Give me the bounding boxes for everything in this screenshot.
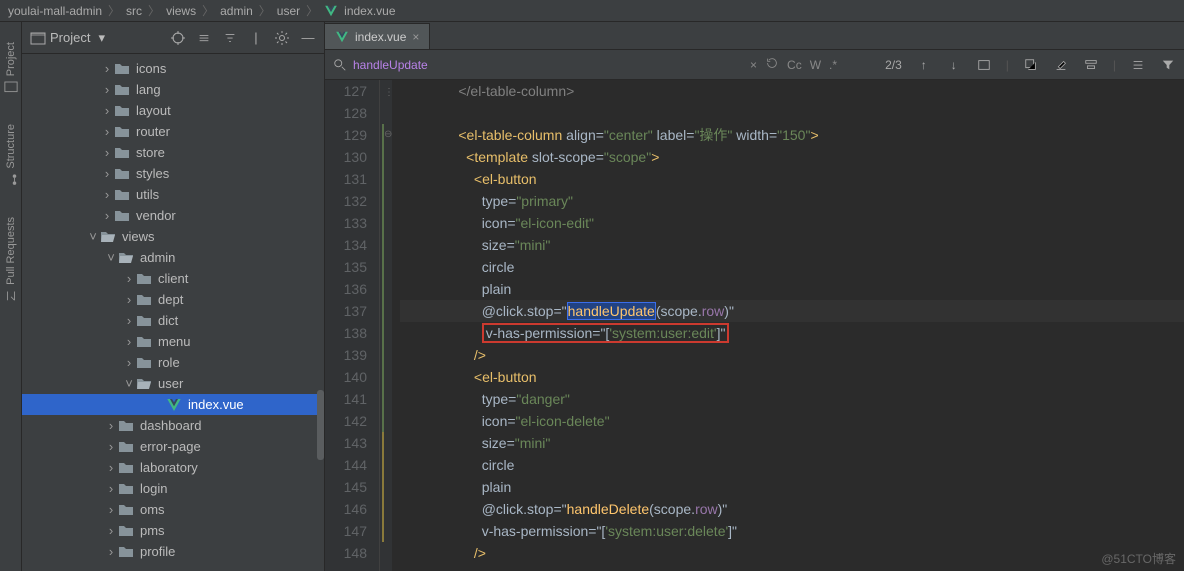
tree-item-styles[interactable]: ›styles bbox=[22, 163, 324, 184]
folder-icon bbox=[136, 334, 152, 350]
watermark: @51CTO博客 bbox=[1101, 550, 1176, 567]
find-bar: handleUpdate × Cc W .* 2/3 ↑ ↓ | | bbox=[325, 50, 1184, 80]
folder-icon bbox=[136, 313, 152, 329]
folder-open-icon bbox=[100, 229, 116, 245]
crumb-0[interactable]: youlai-mall-admin bbox=[8, 4, 102, 18]
folder-open-icon bbox=[136, 376, 152, 392]
match-counter: 2/3 bbox=[885, 58, 902, 72]
folder-icon bbox=[136, 355, 152, 371]
collapse-all-icon[interactable] bbox=[222, 30, 238, 46]
match-case-button[interactable]: Cc bbox=[787, 58, 802, 72]
tab-index-vue[interactable]: index.vue × bbox=[325, 23, 430, 49]
tree-item-icons[interactable]: ›icons bbox=[22, 58, 324, 79]
tree-item-error-page[interactable]: ›error-page bbox=[22, 436, 324, 457]
toolbar-project[interactable]: Project bbox=[4, 42, 18, 94]
filter-options-icon[interactable] bbox=[1083, 57, 1099, 73]
search-history-icon[interactable] bbox=[765, 56, 779, 73]
folder-icon bbox=[136, 271, 152, 287]
folder-icon bbox=[118, 502, 134, 518]
scrollbar-thumb[interactable] bbox=[317, 390, 324, 460]
tree-item-dashboard[interactable]: ›dashboard bbox=[22, 415, 324, 436]
tree-item-oms[interactable]: ›oms bbox=[22, 499, 324, 520]
regex-button[interactable]: .* bbox=[829, 58, 837, 72]
locate-icon[interactable] bbox=[170, 30, 186, 46]
crumb-3[interactable]: admin bbox=[220, 4, 253, 18]
tree-item-dept[interactable]: ›dept bbox=[22, 289, 324, 310]
tree-item-pms[interactable]: ›pms bbox=[22, 520, 324, 541]
toolbar-structure[interactable]: Structure bbox=[4, 124, 18, 187]
next-match-icon[interactable]: ↓ bbox=[946, 57, 962, 73]
expand-all-icon[interactable] bbox=[196, 30, 212, 46]
toolbar-pull-requests[interactable]: Pull Requests bbox=[4, 217, 18, 303]
tree-item-admin[interactable]: ˅admin bbox=[22, 247, 324, 268]
divider: | bbox=[248, 30, 264, 46]
tree-item-index-vue[interactable]: index.vue bbox=[22, 394, 324, 415]
tree-item-layout[interactable]: ›layout bbox=[22, 100, 324, 121]
folder-icon bbox=[136, 292, 152, 308]
search-icon bbox=[333, 58, 347, 72]
words-button[interactable]: W bbox=[810, 58, 821, 72]
hide-icon[interactable]: — bbox=[300, 30, 316, 46]
tree-item-store[interactable]: ›store bbox=[22, 142, 324, 163]
new-window-icon[interactable] bbox=[1023, 57, 1039, 73]
project-dropdown[interactable]: Project▾ bbox=[30, 30, 105, 46]
close-tab-icon[interactable]: × bbox=[412, 30, 419, 44]
folder-icon bbox=[114, 61, 130, 77]
tree-item-views[interactable]: ˅views bbox=[22, 226, 324, 247]
highlight-icon[interactable] bbox=[1053, 57, 1069, 73]
line-gutter: 1271281291301311321331341351361371381391… bbox=[325, 80, 380, 571]
folder-icon bbox=[118, 439, 134, 455]
code-editor[interactable]: 1271281291301311321331341351361371381391… bbox=[325, 80, 1184, 571]
folder-icon bbox=[118, 523, 134, 539]
project-tree[interactable]: ›icons›lang›layout›router›store›styles›u… bbox=[22, 54, 324, 571]
breadcrumb: youlai-mall-admin〉 src〉 views〉 admin〉 us… bbox=[0, 0, 1184, 22]
editor-pane: index.vue × handleUpdate × Cc W .* 2/3 ↑… bbox=[325, 22, 1184, 571]
folder-icon bbox=[114, 145, 130, 161]
folder-open-icon bbox=[118, 250, 134, 266]
highlighted-permission: v-has-permission="['system:user:edit']" bbox=[482, 323, 730, 343]
crumb-2[interactable]: views bbox=[166, 4, 196, 18]
tree-item-lang[interactable]: ›lang bbox=[22, 79, 324, 100]
settings-icon[interactable] bbox=[274, 30, 290, 46]
vue-icon bbox=[166, 397, 182, 413]
tree-item-menu[interactable]: ›menu bbox=[22, 331, 324, 352]
folder-icon bbox=[118, 460, 134, 476]
select-all-icon[interactable] bbox=[976, 57, 992, 73]
tree-item-login[interactable]: ›login bbox=[22, 478, 324, 499]
code-body[interactable]: </el-table-column> <el-table-column alig… bbox=[392, 80, 1184, 571]
prev-match-icon[interactable]: ↑ bbox=[916, 57, 932, 73]
tree-item-profile[interactable]: ›profile bbox=[22, 541, 324, 562]
folder-icon bbox=[118, 481, 134, 497]
tree-item-role[interactable]: ›role bbox=[22, 352, 324, 373]
tree-item-dict[interactable]: ›dict bbox=[22, 310, 324, 331]
folder-icon bbox=[114, 103, 130, 119]
folder-icon bbox=[114, 187, 130, 203]
search-input[interactable]: handleUpdate bbox=[353, 58, 428, 72]
tree-item-router[interactable]: ›router bbox=[22, 121, 324, 142]
crumb-1[interactable]: src bbox=[126, 4, 142, 18]
clear-search-icon[interactable]: × bbox=[750, 58, 757, 72]
folder-icon bbox=[114, 124, 130, 140]
vue-icon bbox=[324, 4, 338, 18]
tree-item-client[interactable]: ›client bbox=[22, 268, 324, 289]
tree-item-vendor[interactable]: ›vendor bbox=[22, 205, 324, 226]
folder-icon bbox=[114, 166, 130, 182]
tree-item-utils[interactable]: ›utils bbox=[22, 184, 324, 205]
editor-tabs: index.vue × bbox=[325, 22, 1184, 50]
crumb-5[interactable]: index.vue bbox=[344, 4, 395, 18]
list-icon[interactable] bbox=[1130, 57, 1146, 73]
folder-icon bbox=[118, 418, 134, 434]
tree-item-user[interactable]: ˅user bbox=[22, 373, 324, 394]
crumb-4[interactable]: user bbox=[277, 4, 300, 18]
folder-icon bbox=[118, 544, 134, 560]
project-sidebar: Project▾ | — ›icons›lang›layout›router›s… bbox=[22, 22, 325, 571]
tool-window-bar: Project Structure Pull Requests bbox=[0, 22, 22, 571]
tree-item-laboratory[interactable]: ›laboratory bbox=[22, 457, 324, 478]
folder-icon bbox=[114, 208, 130, 224]
filter-icon[interactable] bbox=[1160, 57, 1176, 73]
folder-icon bbox=[114, 82, 130, 98]
change-stripe: ⋮ ⊖ bbox=[380, 80, 392, 571]
